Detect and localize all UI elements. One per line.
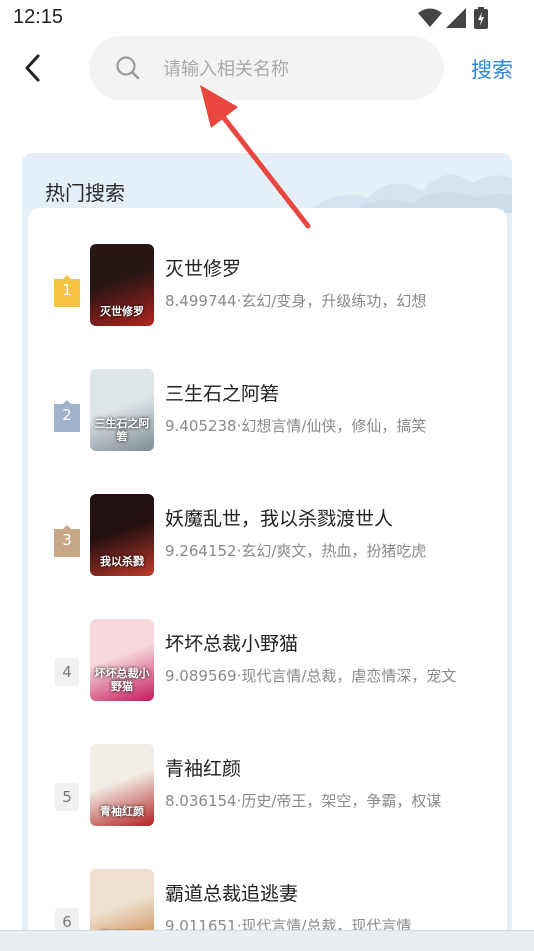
book-cover: 三生石之阿箬 — [90, 369, 154, 451]
book-meta: 9.405238·幻想言情/仙侠，修仙，搞笑 — [165, 417, 427, 435]
book-title: 霸道总裁追逃妻 — [165, 883, 299, 905]
rank-number: 4 — [55, 658, 79, 686]
status-time: 12:15 — [13, 6, 64, 28]
mountain-decoration — [312, 174, 512, 213]
wifi-icon — [418, 8, 442, 27]
book-title: 青袖红颜 — [165, 758, 242, 780]
book-cover: 灭世修罗 — [90, 244, 154, 326]
back-button[interactable] — [18, 50, 50, 86]
search-icon — [116, 56, 140, 80]
status-icons — [418, 7, 498, 29]
hot-search-list: 1 灭世修罗 灭世修罗 8.499744·玄幻/变身，升级练功，幻想 2 三生石… — [28, 208, 507, 950]
battery-charging-icon — [474, 7, 488, 29]
list-item[interactable]: 2 三生石之阿箬 三生石之阿箬 9.405238·幻想言情/仙侠，修仙，搞笑 — [28, 369, 507, 482]
hot-search-title: 热门搜索 — [45, 181, 125, 205]
book-cover: 我以杀戮 — [90, 494, 154, 576]
list-item[interactable]: 3 我以杀戮 妖魔乱世，我以杀戮渡世人 9.264152·玄幻/爽文，热血，扮猪… — [28, 494, 507, 607]
book-title: 三生石之阿箬 — [165, 383, 280, 405]
book-meta: 9.264152·玄幻/爽文，热血，扮猪吃虎 — [165, 542, 427, 560]
rank-number: 1 — [62, 281, 72, 299]
bottom-nav-bar — [0, 930, 534, 951]
search-box[interactable] — [89, 36, 444, 100]
rank-number: 5 — [55, 783, 79, 811]
book-title: 坏坏总裁小野猫 — [165, 633, 299, 655]
book-cover-text: 灭世修罗 — [100, 305, 144, 318]
status-bar: 12:15 — [0, 0, 534, 36]
book-meta: 9.089569·现代言情/总裁，虐恋情深，宠文 — [165, 667, 457, 685]
search-button[interactable]: 搜索 — [471, 54, 513, 84]
rank-badge: 3 — [54, 525, 80, 557]
book-cover-text: 青袖红颜 — [100, 805, 144, 818]
list-item[interactable]: 1 灭世修罗 灭世修罗 8.499744·玄幻/变身，升级练功，幻想 — [28, 244, 507, 357]
signal-icon — [446, 8, 466, 28]
rank-number: 2 — [62, 406, 72, 424]
book-cover-text: 坏坏总裁小野猫 — [94, 667, 150, 693]
book-cover: 坏坏总裁小野猫 — [90, 619, 154, 701]
list-item[interactable]: 5 青袖红颜 青袖红颜 8.036154·历史/帝王，架空，争霸，权谋 — [28, 744, 507, 857]
rank-number: 3 — [62, 531, 72, 549]
rank-badge: 1 — [54, 275, 80, 307]
book-meta: 8.499744·玄幻/变身，升级练功，幻想 — [165, 292, 427, 310]
book-title: 灭世修罗 — [165, 258, 242, 280]
book-cover-text: 三生石之阿箬 — [94, 417, 150, 443]
hot-search-panel: 热门搜索 1 灭世修罗 灭世修罗 8.499744·玄幻/变身，升级练功，幻想 … — [22, 153, 512, 950]
book-meta: 8.036154·历史/帝王，架空，争霸，权谋 — [165, 792, 442, 810]
book-cover: 青袖红颜 — [90, 744, 154, 826]
list-item[interactable]: 4 坏坏总裁小野猫 坏坏总裁小野猫 9.089569·现代言情/总裁，虐恋情深，… — [28, 619, 507, 732]
book-title: 妖魔乱世，我以杀戮渡世人 — [165, 508, 394, 530]
search-header: 搜索 — [0, 36, 534, 102]
rank-badge: 2 — [54, 400, 80, 432]
search-input[interactable] — [161, 50, 425, 88]
chevron-left-icon — [25, 54, 40, 82]
book-cover-text: 我以杀戮 — [100, 555, 144, 568]
